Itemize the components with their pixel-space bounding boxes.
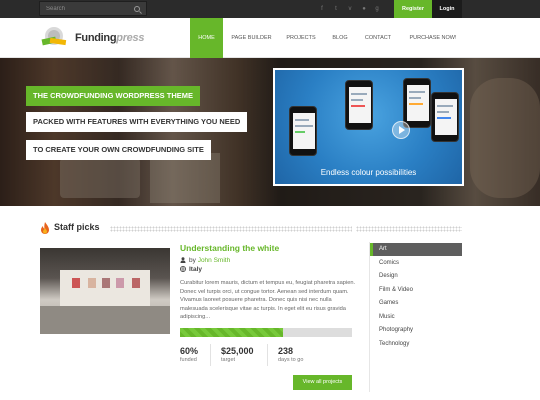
search-input[interactable] bbox=[46, 4, 130, 14]
phone-image bbox=[403, 78, 431, 128]
days-value: 238 bbox=[278, 346, 294, 356]
category-film-video[interactable]: Film & Video bbox=[370, 284, 462, 297]
category-art[interactable]: Art bbox=[370, 243, 462, 256]
hero-tagline-1: THE CROWDFUNDING WORDPRESS THEME bbox=[26, 86, 200, 106]
play-icon[interactable] bbox=[392, 121, 410, 139]
by-label: by bbox=[189, 257, 196, 264]
funded-label: funded bbox=[180, 357, 197, 363]
phone-image bbox=[289, 106, 317, 156]
search-icon[interactable] bbox=[134, 6, 140, 12]
funding-progress-fill bbox=[180, 328, 284, 337]
slide-caption: Endless colour possibilities bbox=[320, 168, 417, 177]
heading-dots bbox=[110, 226, 352, 232]
project-title[interactable]: Understanding the white bbox=[180, 243, 279, 253]
nav-blog[interactable]: BLOG bbox=[326, 18, 354, 58]
phone-image bbox=[431, 92, 459, 142]
funded-value: 60% bbox=[180, 346, 199, 356]
target-value: $25,000 bbox=[221, 346, 254, 356]
category-music[interactable]: Music bbox=[370, 311, 462, 324]
funding-progress-bar bbox=[180, 328, 352, 337]
staff-picks-heading: Staff picks bbox=[40, 222, 100, 232]
category-design[interactable]: Design bbox=[370, 270, 462, 283]
project-image[interactable] bbox=[40, 248, 170, 334]
logo-icon[interactable] bbox=[40, 26, 70, 48]
category-comics[interactable]: Comics bbox=[370, 257, 462, 270]
logo-light: press bbox=[116, 32, 145, 44]
category-games[interactable]: Games bbox=[370, 297, 462, 310]
vimeo-icon[interactable]: v bbox=[346, 5, 354, 13]
staff-picks-label: Staff picks bbox=[54, 222, 100, 232]
twitter-icon[interactable]: t bbox=[332, 5, 340, 13]
project-description: Curabitur lorem mauris, dictum et tempus… bbox=[180, 280, 356, 321]
days-label: days to go bbox=[278, 357, 304, 363]
globe-icon bbox=[180, 266, 186, 272]
register-button[interactable]: Register bbox=[394, 0, 432, 18]
heading-dots bbox=[356, 226, 462, 232]
target-label: target bbox=[221, 357, 236, 363]
nav-contact[interactable]: CONTACT bbox=[360, 18, 396, 58]
hero-tagline-3: TO CREATE YOUR OWN CROWDFUNDING SITE bbox=[26, 140, 211, 160]
logo-text[interactable]: Fundingpress bbox=[75, 32, 144, 44]
logo-bold: Funding bbox=[75, 32, 117, 44]
googleplus-icon[interactable]: g bbox=[373, 5, 381, 13]
login-button[interactable]: Login bbox=[432, 0, 462, 18]
nav-page-builder[interactable]: PAGE BUILDER bbox=[227, 18, 276, 58]
category-technology[interactable]: Technology bbox=[370, 338, 462, 351]
location-label: Italy bbox=[189, 266, 203, 273]
stat-divider bbox=[267, 344, 268, 366]
phone-image bbox=[345, 80, 373, 130]
author-link[interactable]: John Smith bbox=[198, 257, 231, 264]
project-author-line: by John Smith bbox=[180, 257, 230, 264]
user-icon bbox=[180, 257, 186, 263]
hero-tagline-2: PACKED WITH FEATURES WITH EVERYTHING YOU… bbox=[26, 112, 248, 132]
hero-slide[interactable]: Endless colour possibilities bbox=[273, 68, 464, 186]
facebook-icon[interactable]: f bbox=[318, 5, 326, 13]
nav-projects[interactable]: PROJECTS bbox=[282, 18, 320, 58]
nav-home[interactable]: HOME bbox=[190, 18, 223, 58]
stat-divider bbox=[210, 344, 211, 366]
category-photography[interactable]: Photography bbox=[370, 324, 462, 337]
nav-purchase[interactable]: PURCHASE NOW! bbox=[404, 18, 462, 58]
search-box bbox=[39, 1, 147, 16]
project-location: Italy bbox=[180, 266, 202, 273]
view-all-projects-button[interactable]: View all projects bbox=[293, 375, 352, 390]
flickr-icon[interactable]: ● bbox=[360, 5, 368, 13]
